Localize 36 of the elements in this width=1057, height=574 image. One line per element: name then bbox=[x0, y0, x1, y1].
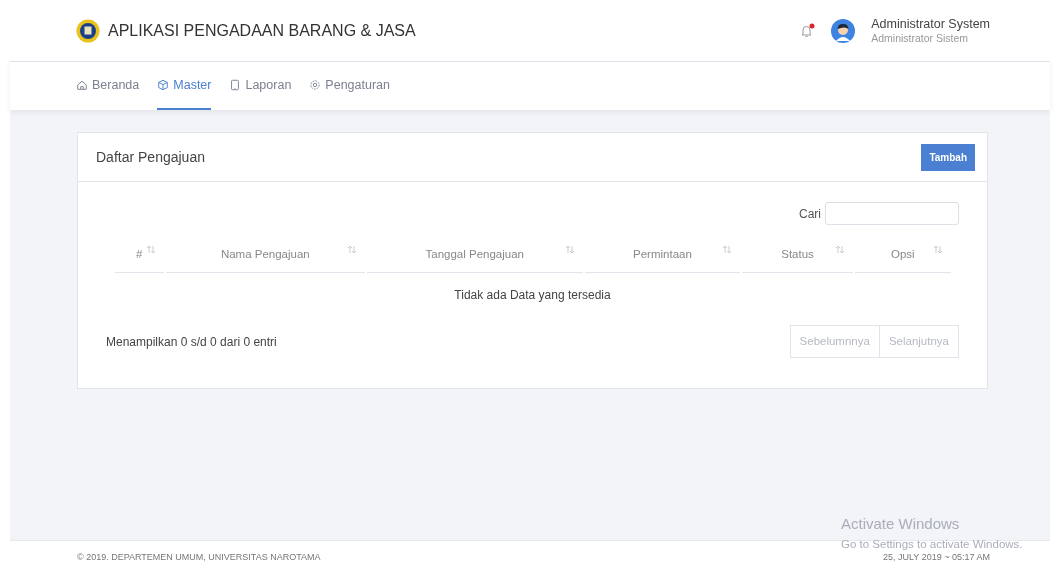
empty-message: Tidak ada Data yang tersedia bbox=[454, 288, 611, 302]
activation-title: Activate Windows bbox=[841, 514, 961, 534]
nav-tab[interactable]: Pengaturan bbox=[309, 62, 390, 110]
gear-icon bbox=[309, 79, 322, 91]
app-title: APLIKASI PENGADAAN BARANG & JASA bbox=[108, 20, 416, 41]
sort-icon bbox=[835, 245, 846, 254]
column-header[interactable]: # bbox=[114, 237, 165, 273]
search-label: Cari bbox=[799, 205, 821, 223]
column-header[interactable]: Permintaan bbox=[584, 237, 740, 273]
nav-tab[interactable]: Laporan bbox=[229, 62, 292, 110]
cube-icon bbox=[157, 79, 170, 91]
user-name: Administrator System bbox=[871, 16, 990, 32]
tablet-icon bbox=[229, 79, 242, 91]
copyright-text: © 2019. DEPARTEMEN UMUM, UNIVERSITAS NAROTAMA bbox=[77, 550, 321, 564]
column-header[interactable]: Status bbox=[741, 237, 854, 273]
footer-datetime: 25, JULY 2019 ~ 05:17 AM bbox=[883, 550, 990, 564]
nav-tab[interactable]: Master bbox=[157, 62, 212, 110]
sort-icon bbox=[564, 245, 575, 254]
column-header[interactable]: Tanggal Pengajuan bbox=[366, 237, 583, 273]
column-header[interactable]: Nama Pengajuan bbox=[166, 237, 365, 273]
nav-tab[interactable]: Beranda bbox=[76, 62, 140, 110]
column-header[interactable]: Opsi bbox=[855, 237, 951, 273]
user-role: Administrator Sistem bbox=[871, 31, 970, 45]
logo-icon bbox=[76, 18, 100, 43]
sort-icon bbox=[721, 245, 732, 254]
notification-bell-icon[interactable] bbox=[799, 22, 816, 39]
home-icon bbox=[76, 79, 88, 91]
table-info: Menampilkan 0 s/d 0 dari 0 entri bbox=[106, 333, 277, 351]
avatar-icon bbox=[831, 18, 856, 43]
search-field[interactable] bbox=[825, 202, 959, 225]
add-button[interactable]: Tambah bbox=[921, 143, 975, 171]
sort-icon bbox=[932, 245, 943, 254]
activation-message: Go to Settings to activate Windows. bbox=[841, 536, 1023, 552]
sort-icon bbox=[346, 245, 357, 254]
card-title: Daftar Pengajuan bbox=[96, 147, 205, 167]
sort-icon bbox=[146, 245, 157, 254]
